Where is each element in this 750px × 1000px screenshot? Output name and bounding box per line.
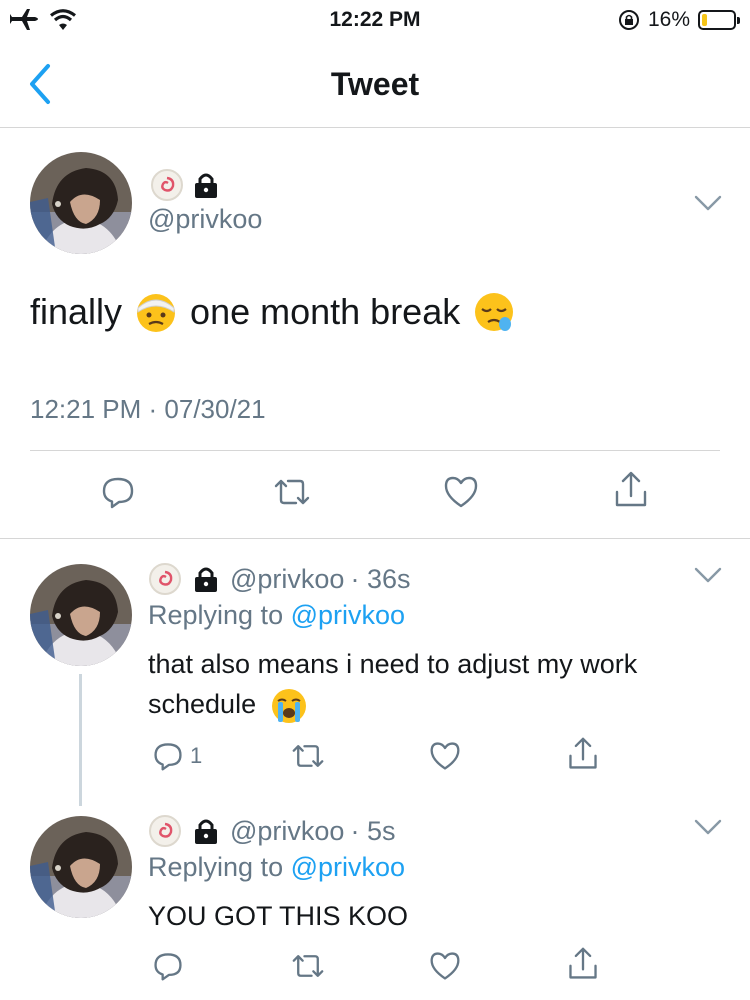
- replying-to: Replying to @privkoo: [148, 852, 405, 883]
- reply-time: · 5s: [350, 815, 396, 846]
- status-bar: 12:22 PM 16%: [0, 0, 750, 40]
- narutomaki-emoji: [151, 169, 183, 201]
- tweet-text-part-1: finally: [30, 291, 123, 332]
- reply-icon[interactable]: [100, 474, 136, 510]
- chevron-down-icon[interactable]: [694, 194, 722, 212]
- chevron-down-icon[interactable]: [694, 818, 722, 836]
- page-title: Tweet: [330, 66, 420, 102]
- share-icon[interactable]: [612, 470, 650, 510]
- reply-text: that also means i need to adjust my work…: [148, 644, 718, 725]
- like-icon[interactable]: [442, 474, 480, 510]
- divider: [30, 450, 720, 451]
- reply-text-body: that also means i need to adjust my work…: [148, 649, 638, 719]
- retweet-icon[interactable]: [290, 950, 326, 982]
- tweet-text: finally one month break: [30, 290, 516, 334]
- lock-icon: [195, 567, 217, 592]
- user-badges: [150, 168, 220, 202]
- reply-icon[interactable]: [152, 740, 184, 772]
- narutomaki-emoji: [149, 815, 181, 847]
- head-bandage-emoji: [137, 294, 176, 332]
- reply-icon[interactable]: [152, 950, 184, 982]
- thread-connector: [79, 674, 82, 806]
- like-icon[interactable]: [428, 740, 462, 772]
- nav-bar: Tweet: [0, 40, 750, 128]
- replying-to: Replying to @privkoo: [148, 600, 405, 631]
- avatar[interactable]: [30, 564, 132, 666]
- lock-icon: [195, 173, 217, 198]
- reply-header: @privkoo · 5s: [148, 814, 395, 848]
- replying-prefix: Replying to: [148, 852, 284, 882]
- reply-text-body: YOU GOT THIS KOO: [148, 901, 409, 931]
- reply-handle[interactable]: @privkoo: [230, 816, 344, 847]
- avatar[interactable]: [30, 816, 132, 918]
- reply-count: 1: [190, 743, 203, 768]
- lock-icon: [195, 819, 217, 844]
- retweet-icon[interactable]: [272, 474, 312, 510]
- narutomaki-emoji: [149, 563, 181, 595]
- reply-action[interactable]: 1: [152, 740, 202, 772]
- reply-handle[interactable]: @privkoo: [230, 564, 344, 595]
- replying-mention[interactable]: @privkoo: [291, 852, 405, 882]
- orientation-lock-icon: [618, 10, 639, 30]
- status-right: 16%: [618, 8, 740, 32]
- tweet-timestamp: 12:21 PM · 07/30/21: [30, 394, 266, 424]
- reply-time: · 36s: [350, 563, 411, 594]
- loudly-crying-face-emoji: [271, 688, 306, 723]
- share-icon[interactable]: [566, 736, 600, 772]
- battery-fill: [702, 14, 707, 26]
- retweet-icon[interactable]: [290, 740, 326, 772]
- replying-mention[interactable]: @privkoo: [291, 600, 405, 630]
- chevron-down-icon[interactable]: [694, 566, 722, 584]
- reply-text: YOU GOT THIS KOO: [148, 896, 718, 936]
- tweet-handle[interactable]: @privkoo: [148, 204, 262, 235]
- share-icon[interactable]: [566, 946, 600, 982]
- replying-prefix: Replying to: [148, 600, 284, 630]
- battery-percent: 16%: [647, 8, 690, 31]
- tweet-text-part-2: one month break: [190, 291, 461, 332]
- reply-header: @privkoo · 36s: [148, 562, 410, 596]
- divider: [0, 538, 750, 539]
- sleepy-face-emoji: [475, 293, 514, 331]
- like-icon[interactable]: [428, 950, 462, 982]
- avatar[interactable]: [30, 152, 132, 254]
- battery-icon: [698, 10, 740, 30]
